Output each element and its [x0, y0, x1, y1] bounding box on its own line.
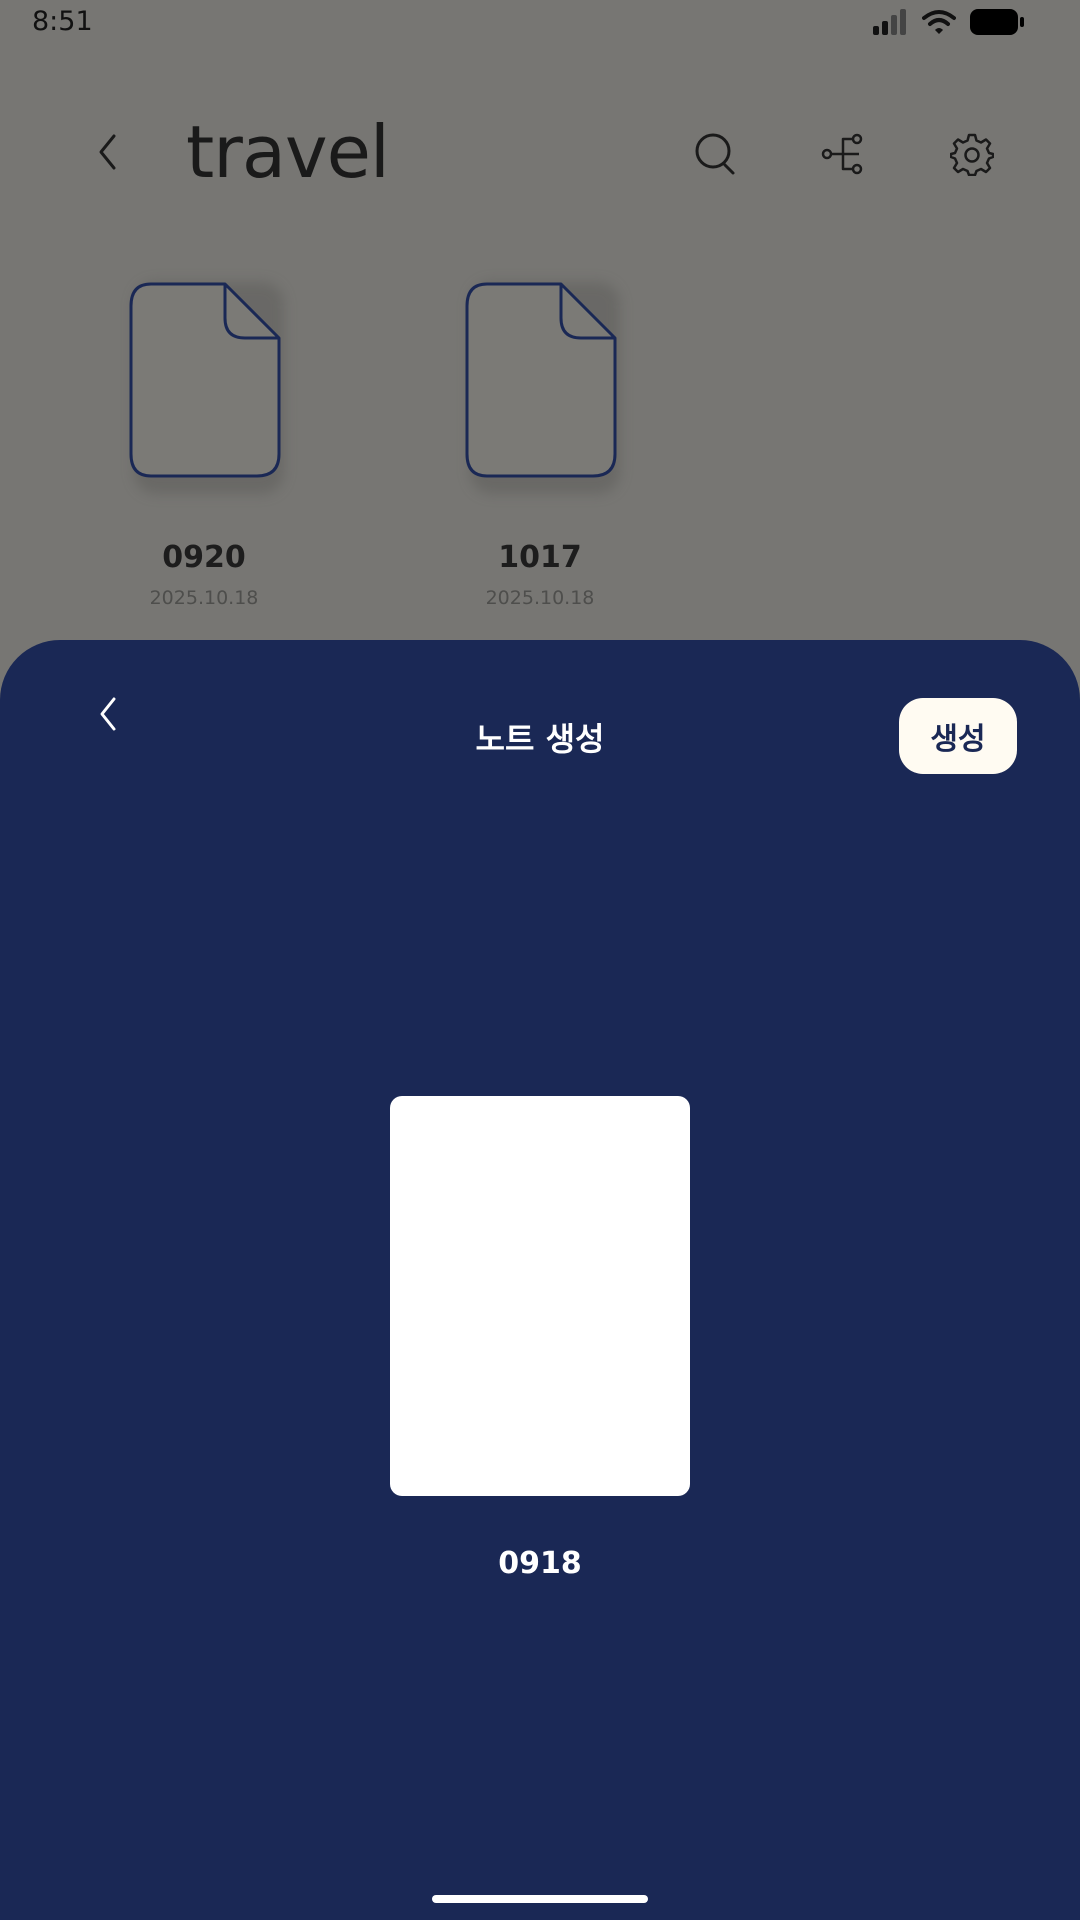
create-note-sheet: 노트 생성 생성 0918 — [0, 640, 1080, 1920]
battery-icon — [970, 8, 1024, 40]
file-name: 0920 — [162, 540, 246, 575]
search-icon — [693, 131, 739, 181]
file-name: 1017 — [498, 540, 582, 575]
note-name: 0918 — [498, 1546, 582, 1581]
wifi-icon — [922, 9, 956, 39]
file-date: 2025.10.18 — [149, 587, 259, 609]
file-thumbnail — [104, 276, 304, 496]
home-indicator — [432, 1895, 648, 1903]
gear-icon — [949, 132, 995, 180]
back-button[interactable] — [82, 128, 134, 180]
status-bar: 8:51 — [0, 0, 1080, 50]
status-time: 8:51 — [32, 6, 93, 37]
note-cover-preview[interactable] — [390, 1096, 690, 1496]
file-item[interactable]: 0920 2025.10.18 — [104, 276, 304, 609]
page-title: travel — [186, 110, 390, 194]
signal-icon — [872, 9, 908, 39]
status-icons — [872, 8, 1024, 40]
share-tree-button[interactable] — [816, 128, 872, 184]
file-item[interactable]: 1017 2025.10.18 — [440, 276, 640, 609]
share-tree-icon — [821, 131, 867, 181]
create-button[interactable]: 생성 — [899, 698, 1017, 774]
file-date: 2025.10.18 — [485, 587, 595, 609]
search-button[interactable] — [688, 128, 744, 184]
folder-header: travel — [0, 100, 1080, 210]
chevron-left-icon — [96, 132, 120, 176]
file-thumbnail — [440, 276, 640, 496]
settings-button[interactable] — [944, 128, 1000, 184]
